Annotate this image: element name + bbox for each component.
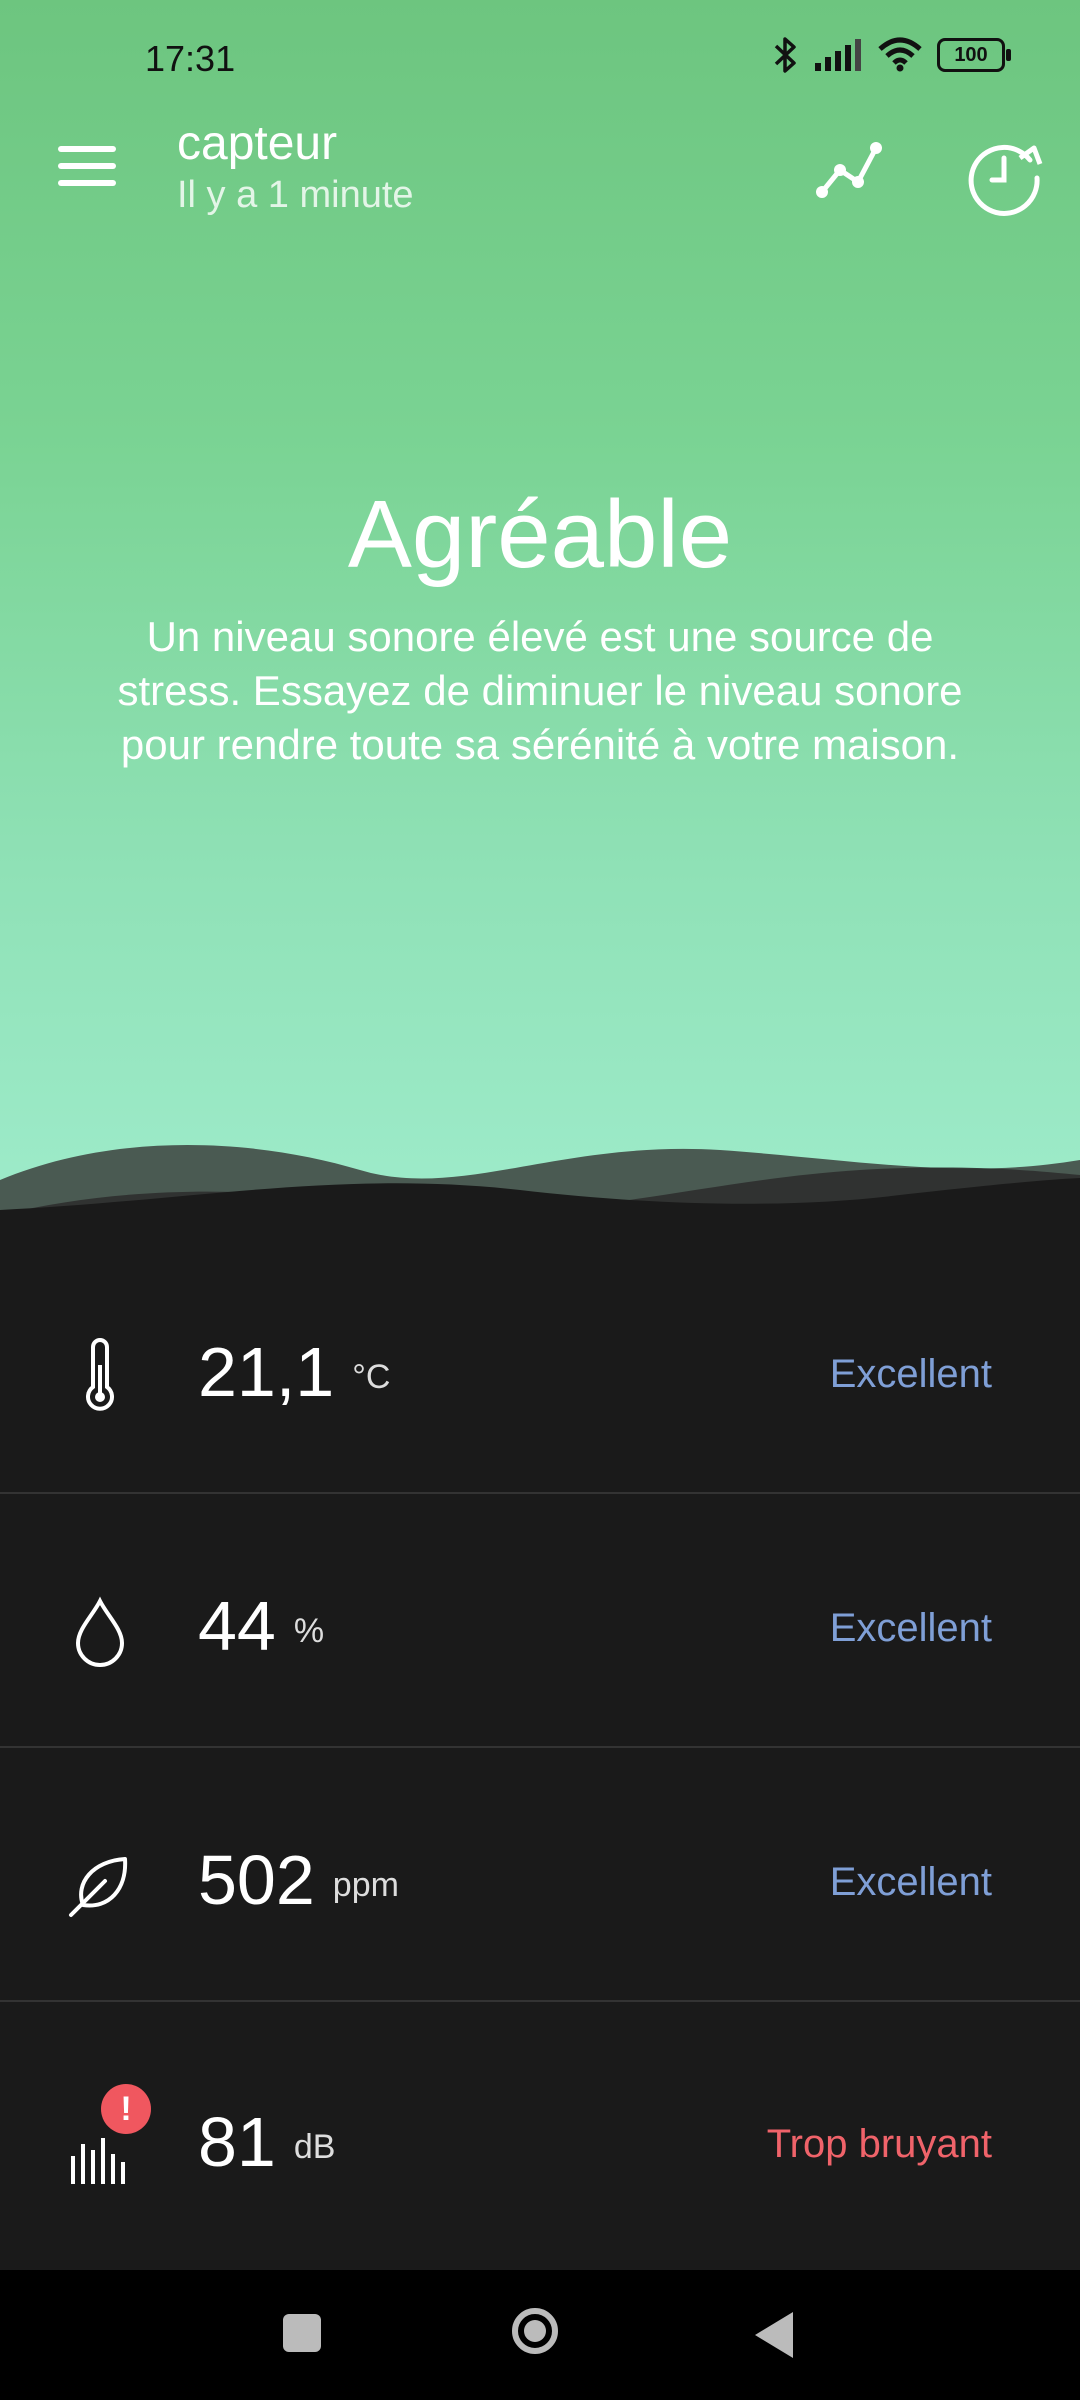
temperature-row[interactable]: 21,1 °C Excellent <box>0 1240 1080 1494</box>
status-bar: 17:31 100 <box>0 0 1080 120</box>
status-time: 17:31 <box>145 38 236 79</box>
wifi-icon <box>878 37 922 72</box>
noise-value: 81 dB <box>198 2103 336 2181</box>
humidity-value: 44% <box>198 1587 325 1665</box>
humidity-row[interactable]: 44% Excellent <box>0 1494 1080 1748</box>
status-icons: 100 <box>773 36 1011 74</box>
chart-icon[interactable] <box>810 130 890 210</box>
thermometer-icon <box>86 1338 114 1411</box>
app-bar: capteur Il y a 1 minute <box>0 110 1080 230</box>
wave-divider <box>0 1145 1080 1240</box>
co2-unit: ppm <box>332 1866 399 1905</box>
humidity-unit: % <box>293 1612 325 1651</box>
last-update-time: Il y a 1 minute <box>177 174 414 216</box>
temperature-status: Excellent <box>829 1352 992 1396</box>
temperature-value: 21,1 °C <box>198 1333 391 1411</box>
menu-icon <box>58 146 116 152</box>
back-button[interactable] <box>755 2312 793 2358</box>
co2-value: 502 ppm <box>198 1841 399 1919</box>
advice-text: Un niveau sonore élevé est une source de… <box>117 613 963 768</box>
noise-row[interactable]: ! 81 dB Trop bruyant <box>0 2002 1080 2256</box>
bluetooth-icon <box>774 37 796 73</box>
metrics-list: 21,1 °C Excellent 44% Excellent 502 ppm Ex… <box>0 1240 1080 2256</box>
humidity-status: Excellent <box>829 1606 992 1650</box>
noise-unit: dB <box>293 2128 336 2167</box>
air-quality-headline: Agréable <box>347 481 733 588</box>
droplet-icon <box>75 1596 125 1667</box>
noise-status: Trop bruyant <box>766 2122 992 2166</box>
co2-status: Excellent <box>829 1860 992 1904</box>
system-nav-bar <box>0 2270 1080 2400</box>
co2-row[interactable]: 502 ppm Excellent <box>0 1748 1080 2002</box>
signal-icon <box>815 39 861 71</box>
temperature-unit: °C <box>352 1358 391 1397</box>
alert-badge-icon: ! <box>101 2084 151 2134</box>
menu-button[interactable] <box>58 146 116 190</box>
history-icon[interactable] <box>960 130 1050 220</box>
home-button[interactable] <box>512 2308 558 2354</box>
device-title: capteur <box>177 117 338 170</box>
recents-button[interactable] <box>283 2314 321 2352</box>
leaf-icon <box>69 1857 128 1917</box>
battery-icon: 100 <box>937 38 1011 72</box>
